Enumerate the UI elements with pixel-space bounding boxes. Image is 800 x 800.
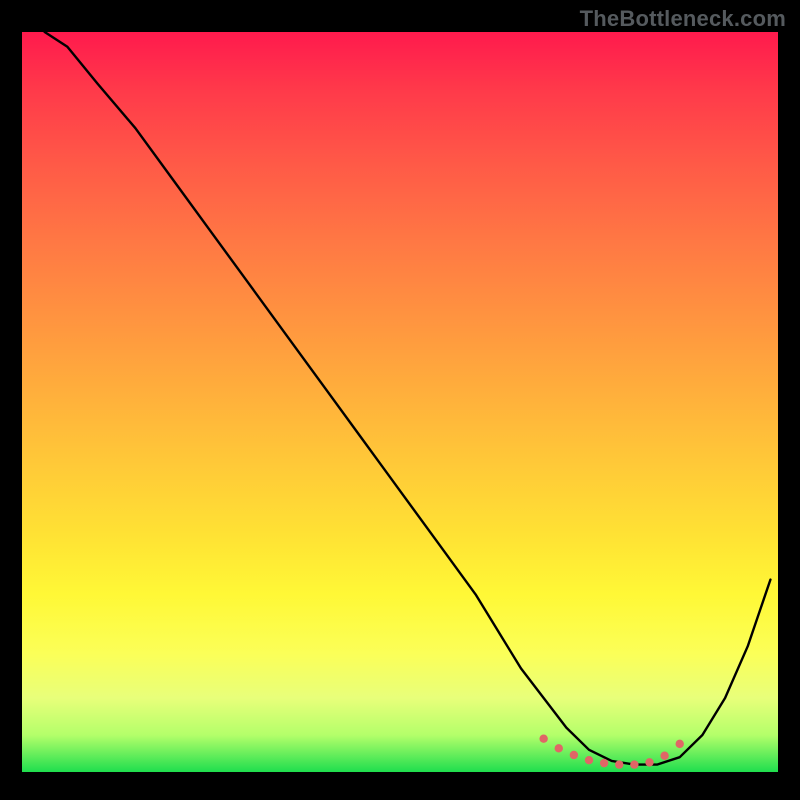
- optimal-marker-dot: [676, 740, 684, 748]
- attribution-label: TheBottleneck.com: [580, 6, 786, 32]
- plot-area: [22, 32, 778, 772]
- optimal-marker-dot: [570, 751, 578, 759]
- bottleneck-curve-path: [45, 32, 771, 765]
- optimal-marker-dot: [585, 756, 593, 764]
- optimal-marker-dot: [539, 735, 547, 743]
- optimal-marker-dot: [615, 760, 623, 768]
- optimal-marker-dot: [555, 744, 563, 752]
- optimal-marker-dot: [600, 759, 608, 767]
- chart-frame: TheBottleneck.com: [0, 0, 800, 800]
- optimal-marker-dot: [660, 752, 668, 760]
- optimal-marker-dot: [630, 760, 638, 768]
- curve-group: [45, 32, 771, 769]
- bottleneck-curve-svg: [22, 32, 778, 772]
- optimal-marker-dot: [645, 758, 653, 766]
